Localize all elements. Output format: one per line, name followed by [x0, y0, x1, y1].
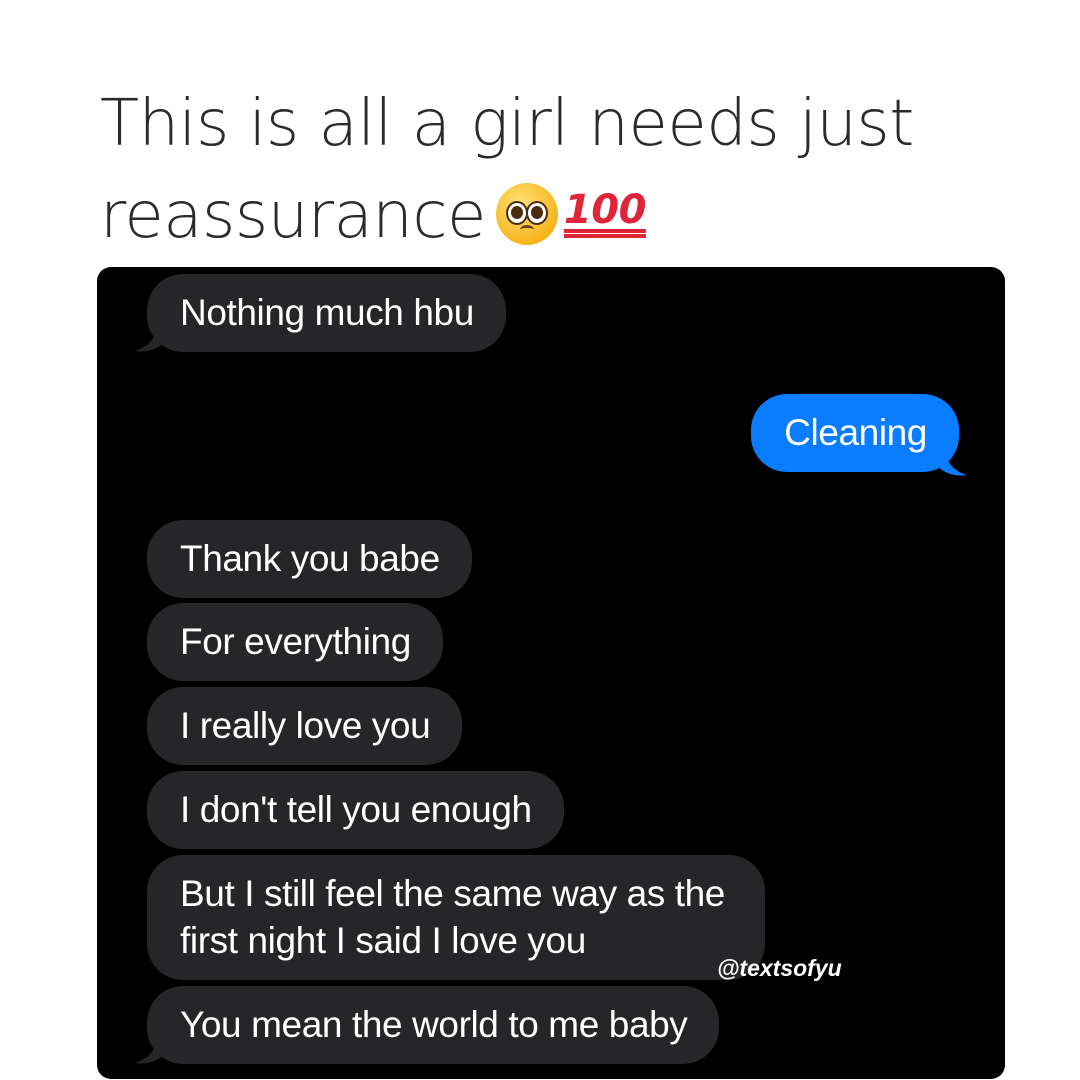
message-text: Thank you babe — [180, 538, 440, 579]
watermark: @textsofyu — [717, 955, 842, 981]
message-received[interactable]: For everything — [147, 603, 443, 681]
message-text-line-1: But I still feel the same way as the — [180, 873, 725, 914]
message-received[interactable]: Thank you babe — [147, 520, 472, 598]
message-received[interactable]: You mean the world to me baby — [147, 986, 720, 1064]
caption-line-2-wrap: reassurance 100 — [100, 170, 1020, 262]
caption-line-2: reassurance — [100, 179, 486, 253]
chat-screenshot: Nothing much hbu Cleaning Thank you babe… — [97, 267, 1005, 1079]
message-text: I don't tell you enough — [180, 789, 532, 830]
message-sent[interactable]: Cleaning — [751, 394, 959, 472]
hundred-points-icon: 100 — [563, 187, 647, 233]
message-received[interactable]: I really love you — [147, 687, 463, 765]
message-text: I really love you — [180, 705, 431, 746]
message-text-line-2: first night I said I love you — [180, 920, 586, 961]
message-text: For everything — [180, 621, 411, 662]
message-text: You mean the world to me baby — [180, 1004, 688, 1045]
caption-line-1: This is all a girl needs just — [100, 87, 914, 161]
message-text: Cleaning — [784, 412, 927, 453]
pleading-face-icon — [495, 183, 558, 245]
meme-caption: This is all a girl needs just reassuranc… — [100, 78, 1020, 262]
message-text: Nothing much hbu — [180, 292, 474, 333]
message-received[interactable]: But I still feel the same way as the fir… — [147, 855, 765, 980]
message-received[interactable]: Nothing much hbu — [147, 274, 506, 352]
message-received[interactable]: I don't tell you enough — [147, 771, 564, 849]
